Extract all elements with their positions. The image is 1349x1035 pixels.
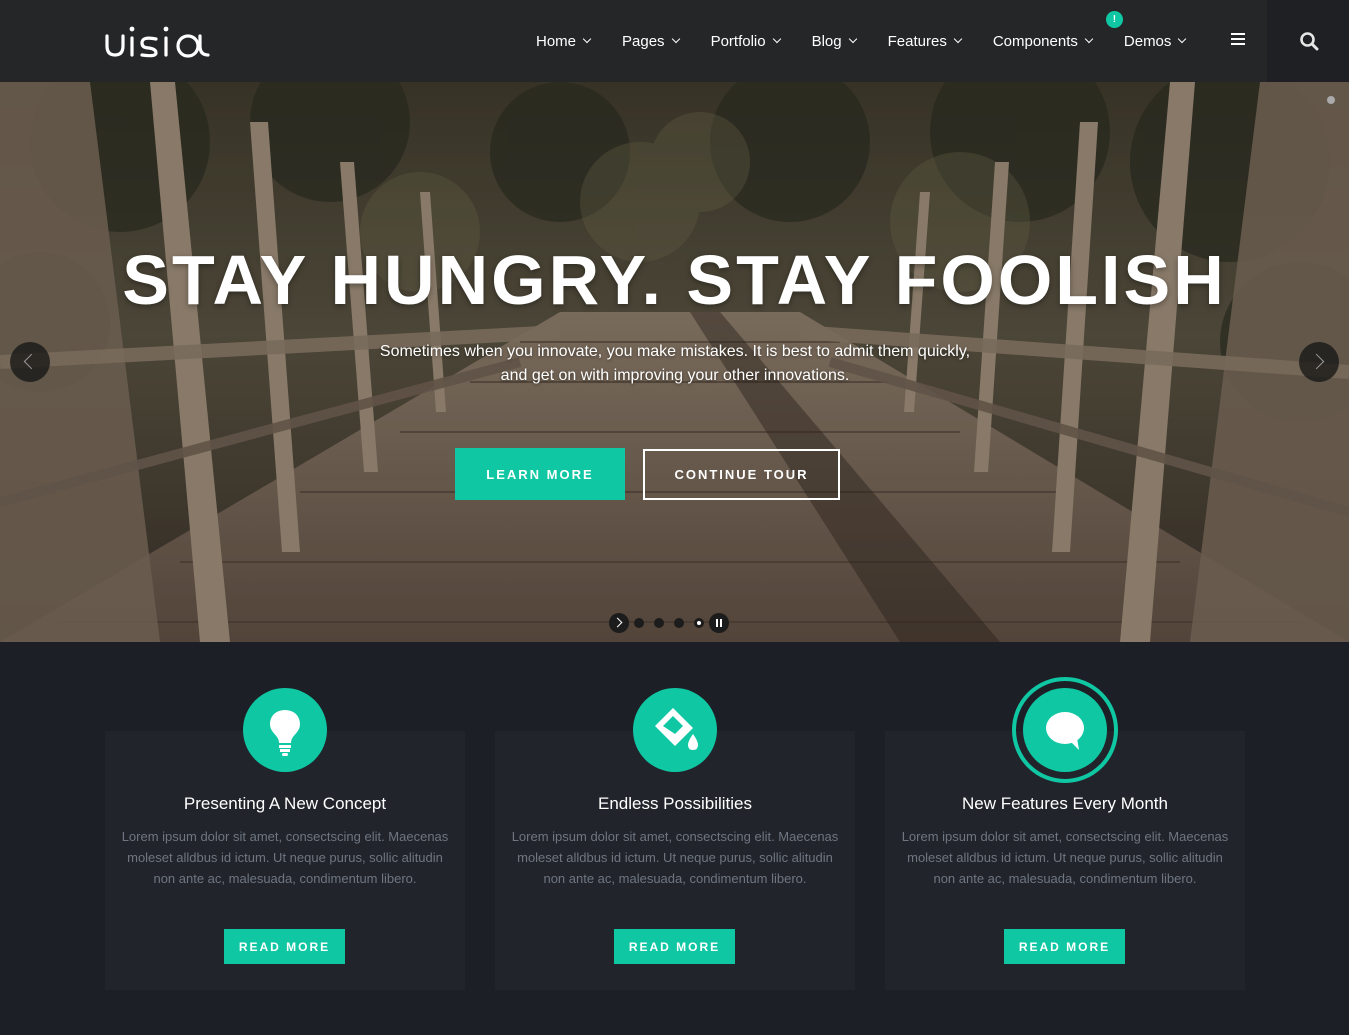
read-more-button[interactable]: READ MORE xyxy=(1004,929,1125,964)
chevron-left-icon xyxy=(23,353,40,370)
slide-indicator-dot[interactable] xyxy=(1327,96,1335,104)
site-header: Home Pages Portfolio Blog Features Compo… xyxy=(0,0,1349,82)
chevron-down-icon xyxy=(1178,34,1187,44)
feature-card: Presenting A New Concept Lorem ipsum dol… xyxy=(105,688,465,990)
chevron-down-icon xyxy=(671,34,680,44)
new-badge: ! xyxy=(1105,10,1123,28)
slide-dot[interactable] xyxy=(654,618,664,628)
lightbulb-icon xyxy=(243,688,327,772)
site-logo[interactable] xyxy=(104,22,219,60)
hero-title: STAY HUNGRY. STAY FOOLISH xyxy=(122,241,1227,319)
nav-item-features[interactable]: Features xyxy=(888,33,963,50)
feature-description: Lorem ipsum dolor sit amet, consectscing… xyxy=(511,829,839,886)
feature-description: Lorem ipsum dolor sit amet, consectscing… xyxy=(901,829,1229,886)
hamburger-icon[interactable] xyxy=(1231,33,1245,47)
prev-slide-arrow[interactable] xyxy=(10,342,50,382)
nav-item-pages[interactable]: Pages xyxy=(622,33,680,50)
chevron-down-icon xyxy=(582,34,592,44)
nav-item-components[interactable]: Components xyxy=(993,33,1094,50)
read-more-button[interactable]: READ MORE xyxy=(614,929,735,964)
learn-more-button[interactable]: LEARN MORE xyxy=(455,448,625,500)
slider-controls xyxy=(609,613,729,633)
hero-slider: STAY HUNGRY. STAY FOOLISH Sometimes when… xyxy=(0,82,1349,642)
slide-dot[interactable] xyxy=(674,618,684,628)
chevron-right-icon xyxy=(1308,353,1325,370)
search-icon[interactable] xyxy=(1299,31,1319,51)
hero-subtitle: Sometimes when you innovate, you make mi… xyxy=(379,343,971,384)
nav-item-home[interactable]: Home xyxy=(536,33,592,50)
main-nav: Home Pages Portfolio Blog Features Compo… xyxy=(536,0,1217,82)
chevron-down-icon xyxy=(1084,34,1094,44)
feature-title: Endless Possibilities xyxy=(597,794,752,813)
nav-item-demos[interactable]: ! Demos xyxy=(1105,10,1187,50)
features-section: Presenting A New Concept Lorem ipsum dol… xyxy=(0,642,1349,1035)
play-icon[interactable] xyxy=(609,613,629,633)
paint-bucket-icon xyxy=(633,688,717,772)
chevron-down-icon xyxy=(953,34,963,44)
feature-description: Lorem ipsum dolor sit amet, consectscing… xyxy=(121,829,449,886)
feature-title: Presenting A New Concept xyxy=(183,794,387,813)
chevron-down-icon xyxy=(848,34,857,44)
chevron-down-icon xyxy=(772,34,781,44)
slide-dot[interactable] xyxy=(634,618,644,628)
nav-item-portfolio[interactable]: Portfolio xyxy=(711,33,781,50)
nav-item-blog[interactable]: Blog xyxy=(812,33,857,50)
read-more-button[interactable]: READ MORE xyxy=(224,929,345,964)
continue-tour-button[interactable]: CONTINUE TOUR xyxy=(643,449,840,500)
slide-dot-active[interactable] xyxy=(694,618,704,628)
feature-card: Endless Possibilities Lorem ipsum dolor … xyxy=(495,688,855,990)
chat-bubble-icon xyxy=(1012,677,1118,783)
feature-card: New Features Every Month Lorem ipsum dol… xyxy=(885,677,1245,990)
pause-icon[interactable] xyxy=(709,613,729,633)
feature-title: New Features Every Month xyxy=(962,794,1168,813)
next-slide-arrow[interactable] xyxy=(1299,342,1339,382)
